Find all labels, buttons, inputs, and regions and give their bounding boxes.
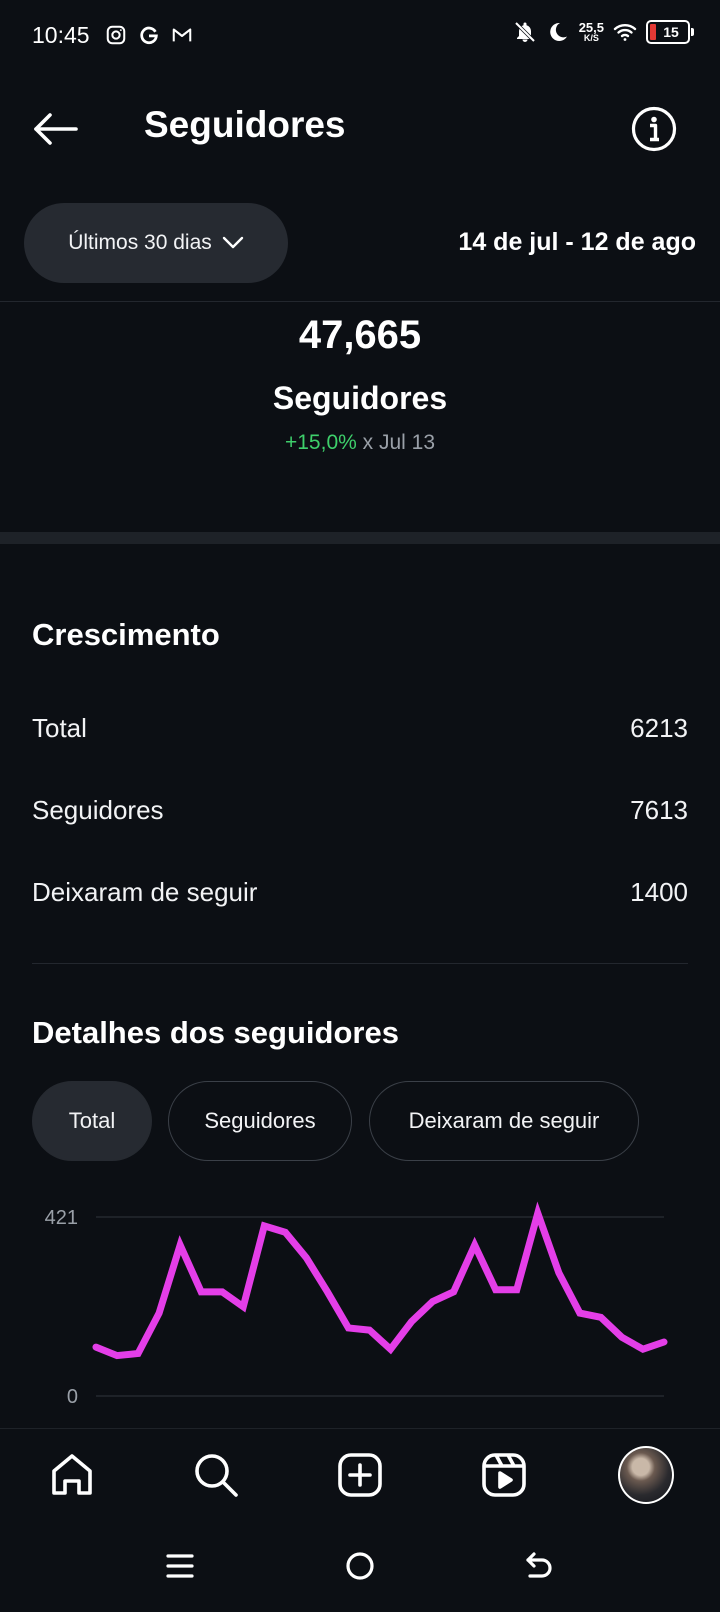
menu-icon: [166, 1554, 194, 1578]
status-bar: 10:45 25,5 K/S 15: [0, 0, 720, 72]
arrow-left-icon: [34, 113, 78, 145]
instagram-icon: [106, 25, 126, 45]
status-time: 10:45: [32, 22, 90, 48]
series-line: [92, 1201, 668, 1360]
growth-row-label: Deixaram de seguir: [32, 876, 258, 907]
date-range: 14 de jul - 12 de ago: [458, 228, 696, 256]
tab-label: Deixaram de seguir: [408, 1108, 600, 1133]
notification-icons: [105, 24, 193, 46]
y-tick-label-max: 421: [45, 1207, 78, 1229]
profile-avatar: [618, 1446, 674, 1504]
wifi-icon: [613, 24, 637, 41]
nav-search-button[interactable]: [188, 1447, 244, 1503]
details-title: Detalhes dos seguidores: [32, 1015, 399, 1050]
follower-change-compare: x Jul 13: [362, 431, 436, 454]
search-icon: [195, 1454, 238, 1497]
recent-apps-button[interactable]: [158, 1544, 202, 1588]
tab-label: Total: [68, 1108, 116, 1133]
tab-unfollows[interactable]: Deixaram de seguir: [369, 1081, 639, 1161]
google-icon: [140, 26, 158, 45]
follower-change: +15,0% x Jul 13: [0, 431, 720, 455]
gmail-icon: [172, 28, 192, 42]
growth-row-total: Total 6213: [32, 708, 688, 748]
y-tick-label-min: 0: [67, 1386, 78, 1408]
create-icon: [338, 1453, 382, 1497]
home-system-button[interactable]: [338, 1544, 382, 1588]
growth-row-value: 7613: [630, 794, 688, 825]
follower-count: 47,665: [298, 313, 422, 357]
tab-total[interactable]: Total: [32, 1081, 152, 1161]
system-navigation: [0, 1520, 720, 1612]
growth-row-label: Total: [32, 712, 87, 743]
follower-change-percent: +15,0%: [284, 431, 357, 454]
info-button[interactable]: [629, 104, 679, 154]
tab-label: Seguidores: [204, 1108, 316, 1133]
growth-row-unfollows: Deixaram de seguir 1400: [32, 872, 688, 912]
reels-icon: [482, 1453, 526, 1497]
back-button[interactable]: [30, 104, 80, 154]
network-speed-unit: K/S: [583, 33, 599, 43]
muted-bell-icon: [514, 21, 535, 43]
follower-count-label: Seguidores: [272, 380, 448, 416]
battery-level: 15: [663, 24, 679, 40]
nav-create-button[interactable]: [332, 1447, 388, 1503]
chevron-down-icon: [222, 236, 243, 249]
back-system-button[interactable]: [518, 1544, 562, 1588]
period-dropdown[interactable]: Últimos 30 dias: [24, 203, 288, 283]
divider: [32, 963, 688, 964]
growth-row-value: 1400: [630, 876, 688, 907]
period-dropdown-label: Últimos 30 dias: [68, 231, 212, 254]
nav-reels-button[interactable]: [476, 1447, 532, 1503]
divider: [0, 301, 720, 302]
growth-row-value: 6213: [630, 712, 688, 743]
page-title: Seguidores: [144, 104, 346, 145]
info-icon: [631, 106, 677, 152]
growth-row-followers: Seguidores 7613: [32, 790, 688, 830]
network-speed: 25,5 K/S: [579, 21, 604, 43]
tab-followers[interactable]: Seguidores: [168, 1081, 352, 1161]
circle-home-icon: [346, 1552, 374, 1580]
back-gesture-icon: [526, 1552, 552, 1578]
nav-profile-button[interactable]: [618, 1446, 674, 1504]
bottom-navigation: [0, 1428, 720, 1520]
home-icon: [52, 1454, 92, 1495]
series-total: [92, 1201, 668, 1360]
followers-line-chart: 421 0: [45, 1201, 668, 1408]
growth-row-label: Seguidores: [32, 794, 164, 825]
section-separator: [0, 532, 720, 544]
system-status-icons: 25,5 K/S 15: [513, 20, 694, 44]
moon-icon: [549, 22, 567, 41]
battery-icon: 15: [646, 20, 694, 44]
growth-title: Crescimento: [32, 617, 220, 652]
nav-home-button[interactable]: [44, 1447, 100, 1503]
